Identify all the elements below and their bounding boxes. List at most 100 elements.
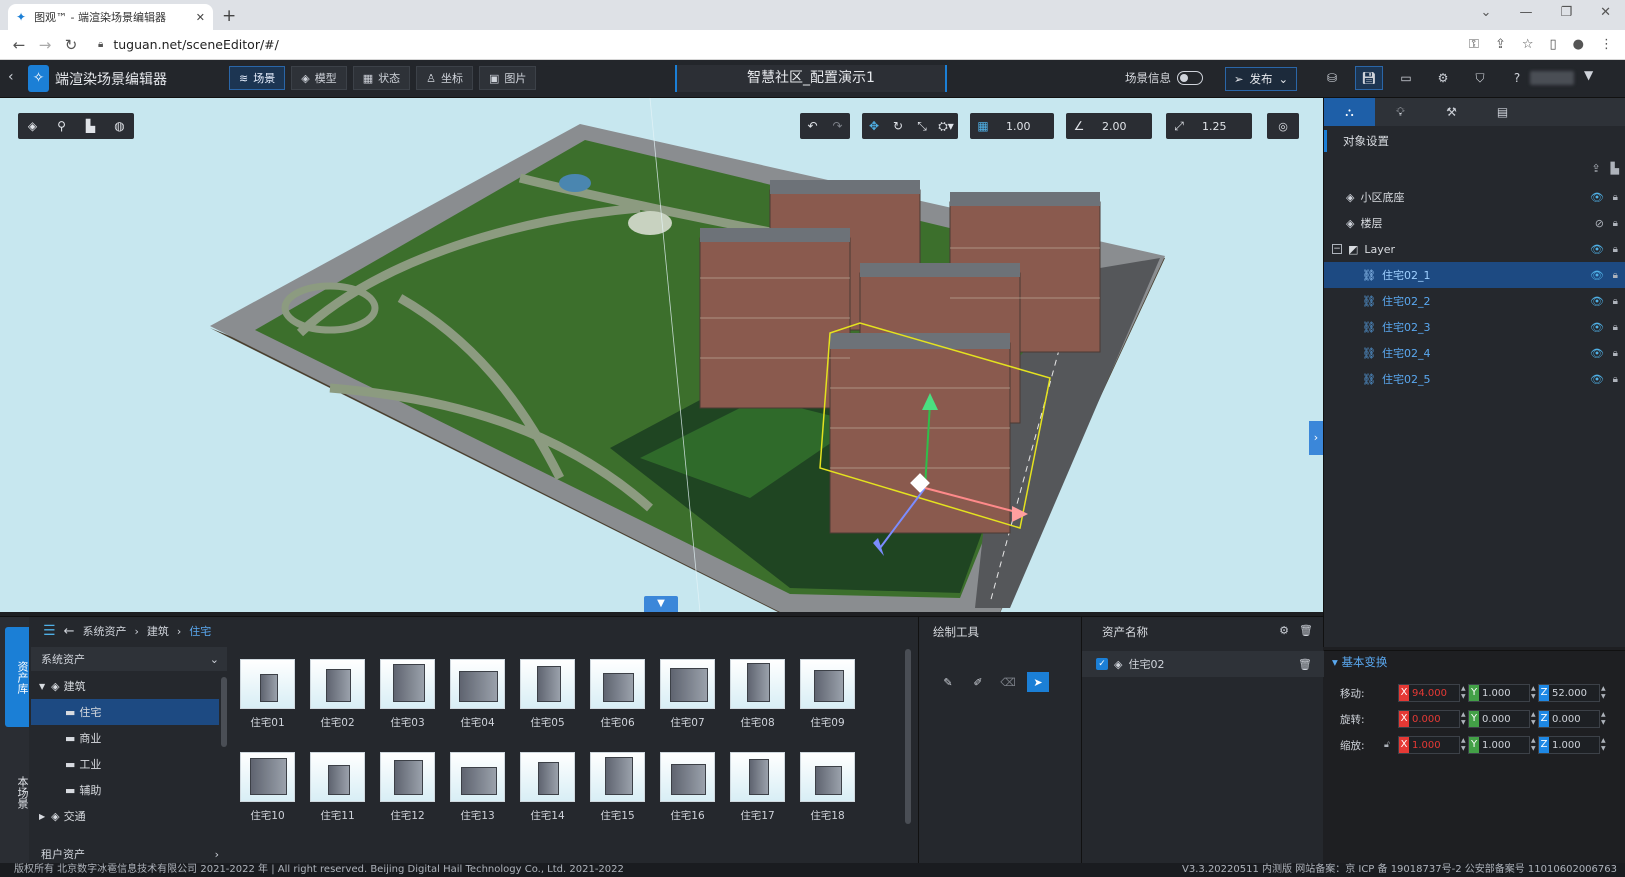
- tree-item-layer[interactable]: − ◩ Layer 👁︎ 🔒︎: [1324, 236, 1625, 262]
- category-commercial[interactable]: ▬ 商业: [31, 725, 219, 751]
- move-tool-icon[interactable]: ✥: [862, 119, 886, 133]
- tab-lighting[interactable]: 💡︎: [1375, 98, 1426, 126]
- category-industrial[interactable]: ▬ 工业: [31, 751, 219, 777]
- browser-menu-icon[interactable]: ⋮: [1600, 37, 1613, 52]
- lock-icon[interactable]: 🔒︎: [1613, 374, 1618, 385]
- category-traffic[interactable]: ▶ ◈ 交通: [31, 803, 219, 829]
- asset-thumbnail[interactable]: 住宅04: [450, 659, 505, 730]
- asset-thumbnail[interactable]: 住宅02: [310, 659, 365, 730]
- help-icon[interactable]: ?: [1503, 66, 1531, 90]
- forward-arrow-icon[interactable]: →: [32, 36, 58, 54]
- tree-scrollbar[interactable]: [221, 677, 227, 747]
- tenant-assets[interactable]: 租户资产 ›: [31, 844, 227, 864]
- save-icon[interactable]: 💾︎: [1355, 66, 1383, 90]
- hidden-eye-icon[interactable]: ⊘: [1595, 217, 1604, 230]
- collapse-icon[interactable]: −: [1332, 244, 1342, 254]
- asset-thumbnail[interactable]: 住宅10: [240, 752, 295, 823]
- reload-icon[interactable]: ↻: [58, 36, 84, 54]
- asset-thumbnail[interactable]: 住宅07: [660, 659, 715, 730]
- checkbox[interactable]: ✓: [1096, 658, 1108, 670]
- tree-item-house02-2[interactable]: ⛓ 住宅02_2 👁︎ 🔒︎: [1324, 288, 1625, 314]
- menu-icon[interactable]: ☰: [43, 623, 56, 639]
- undo-icon[interactable]: ↶: [800, 119, 825, 133]
- asset-thumbnail[interactable]: 住宅13: [450, 752, 505, 823]
- tab-coordinate[interactable]: ♙ 坐标: [416, 66, 473, 90]
- scale-lock-icon[interactable]: 🔓︎: [1384, 740, 1390, 750]
- open-icon[interactable]: ⛁: [1318, 66, 1346, 90]
- asset-thumbnail[interactable]: 住宅14: [520, 752, 575, 823]
- spinner-icon[interactable]: ▲ ▼: [1601, 685, 1609, 701]
- basic-transform-header[interactable]: ▾ 基本变换: [1324, 650, 1625, 672]
- tab-asset-library[interactable]: 资产库: [5, 627, 29, 727]
- preview-icon[interactable]: ▭: [1392, 66, 1420, 90]
- user-name[interactable]: [1530, 71, 1574, 85]
- category-building[interactable]: ▼ ◈ 建筑: [31, 673, 219, 699]
- move-z-field[interactable]: Z 52.000 ▲ ▼: [1538, 684, 1606, 702]
- publish-button[interactable]: ➢ 发布 ⌄: [1225, 67, 1297, 91]
- tab-tools[interactable]: ⚒: [1426, 98, 1477, 126]
- expand-right-panel-button[interactable]: ›: [1309, 421, 1323, 455]
- angle-snap-control[interactable]: ∠ 2.00: [1066, 113, 1152, 139]
- browser-tab[interactable]: ✦ 图观™ - 端渲染场景编辑器 ✕: [8, 4, 213, 30]
- rotate-z-field[interactable]: Z 0.000 ▲ ▼: [1538, 710, 1606, 728]
- rotate-tool-icon[interactable]: ↻: [886, 119, 910, 133]
- user-menu-caret-icon[interactable]: ▼: [1584, 68, 1593, 82]
- scale-snap-control[interactable]: ⤢ 1.25: [1166, 113, 1252, 139]
- tab-environment[interactable]: ▤: [1477, 98, 1528, 126]
- select-cursor-icon[interactable]: ➤: [1027, 672, 1049, 692]
- spinner-icon[interactable]: ▲ ▼: [1601, 737, 1609, 753]
- category-residential[interactable]: ▬ 住宅: [31, 699, 219, 725]
- asset-thumbnail[interactable]: 住宅09: [800, 659, 855, 730]
- lock-icon[interactable]: 🔒︎: [1613, 244, 1618, 255]
- asset-thumbnail[interactable]: 住宅08: [730, 659, 785, 730]
- visible-eye-icon[interactable]: 👁︎: [1590, 191, 1604, 204]
- asset-thumbnail[interactable]: 住宅11: [310, 752, 365, 823]
- bookmark-star-icon[interactable]: ☆: [1522, 37, 1534, 52]
- sidebar-icon[interactable]: ▯: [1550, 37, 1557, 52]
- tab-scene[interactable]: ≋ 场景: [229, 66, 286, 90]
- tree-item-house02-4[interactable]: ⛓ 住宅02_4 👁︎ 🔒︎: [1324, 340, 1625, 366]
- scene-info-toggle[interactable]: 场景信息: [1125, 70, 1203, 86]
- asset-thumbnail[interactable]: 住宅17: [730, 752, 785, 823]
- asset-thumbnail[interactable]: 住宅05: [520, 659, 575, 730]
- scene-name[interactable]: 智慧社区_配置演示1: [675, 65, 947, 92]
- asset-name-entry[interactable]: ✓ ◈ 住宅02 🗑︎: [1082, 651, 1324, 677]
- add-layer-icon[interactable]: ▙: [1611, 162, 1619, 175]
- toggle-switch[interactable]: [1177, 71, 1203, 85]
- grid-snap-control[interactable]: ▦ 1.00: [970, 113, 1054, 139]
- scale-tool-icon[interactable]: ⤡: [910, 119, 934, 134]
- eraser-icon[interactable]: ⌫: [997, 672, 1019, 692]
- app-back-icon[interactable]: ‹: [8, 69, 14, 85]
- scale-x-field[interactable]: X 1.000 ▲ ▼: [1398, 736, 1466, 754]
- lock-icon[interactable]: 🔒︎: [1613, 192, 1618, 203]
- expand-caret-icon[interactable]: ▶: [39, 812, 45, 821]
- asset-thumbnail[interactable]: 住宅16: [660, 752, 715, 823]
- share-icon[interactable]: ⇪: [1495, 37, 1506, 52]
- back-icon[interactable]: ←: [64, 624, 75, 639]
- asset-thumbnail[interactable]: 住宅01: [240, 659, 295, 730]
- lock-icon[interactable]: 🔒︎: [1613, 218, 1618, 229]
- visible-eye-icon[interactable]: 👁︎: [1590, 295, 1604, 308]
- window-close-button[interactable]: ✕: [1600, 5, 1611, 20]
- key-icon[interactable]: ⚿: [1469, 37, 1479, 52]
- asset-grid-scrollbar[interactable]: [905, 649, 911, 824]
- tab-model[interactable]: ◈ 模型: [291, 66, 347, 90]
- asset-thumbnail[interactable]: 住宅06: [590, 659, 645, 730]
- redo-icon[interactable]: ↷: [825, 119, 850, 133]
- asset-thumbnail[interactable]: 住宅18: [800, 752, 855, 823]
- scene-viewport[interactable]: ◈ ⚲ ▙ ◍ ↶ ↷ ✥ ↻ ⤡ ⛭▾ ▦ 1.00 ∠ 2.00 ⤢ 1.2…: [0, 98, 1323, 612]
- visible-eye-icon[interactable]: 👁︎: [1590, 243, 1604, 256]
- breadcrumb-system[interactable]: 系统资产: [82, 623, 126, 639]
- scene-render[interactable]: [0, 98, 1323, 612]
- shield-icon[interactable]: ⛉: [1466, 66, 1494, 90]
- scale-z-field[interactable]: Z 1.000 ▲ ▼: [1538, 736, 1606, 754]
- tree-item-house02-1[interactable]: ⛓ 住宅02_1 👁︎ 🔒︎: [1324, 262, 1625, 288]
- move-x-field[interactable]: X 94.000 ▲ ▼: [1398, 684, 1466, 702]
- move-y-field[interactable]: Y 1.000 ▲ ▼: [1468, 684, 1536, 702]
- building-icon[interactable]: ▙: [76, 113, 105, 139]
- scale-y-field[interactable]: Y 1.000 ▲ ▼: [1468, 736, 1536, 754]
- globe-icon[interactable]: ◍: [105, 113, 134, 139]
- tab-state[interactable]: ▦ 状态: [352, 66, 411, 90]
- tree-item-base[interactable]: ◈ 小区底座 👁︎ 🔒︎: [1324, 184, 1625, 210]
- lock-icon[interactable]: 🔒︎: [1613, 322, 1618, 333]
